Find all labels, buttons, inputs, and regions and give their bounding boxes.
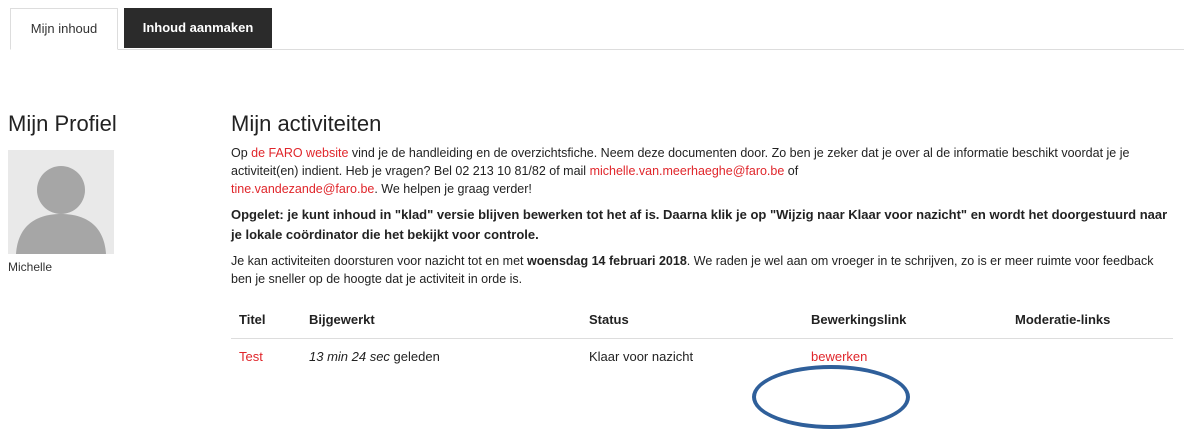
intro-paragraph: Op de FARO website vind je de handleidin… bbox=[231, 146, 1130, 196]
moderation-cell bbox=[1007, 339, 1173, 365]
user-placeholder-icon bbox=[8, 150, 114, 254]
table-row: Test 13 min 24 sec geleden Klaar voor na… bbox=[231, 339, 1173, 365]
activities-table: Titel Bijgewerkt Status Bewerkingslink M… bbox=[231, 310, 1173, 364]
email-link-michelle[interactable]: michelle.van.meerhaeghe@faro.be bbox=[590, 164, 785, 178]
profile-title: Mijn Profiel bbox=[8, 111, 117, 136]
col-updated: Bijgewerkt bbox=[301, 310, 581, 339]
activities-title: Mijn activiteiten bbox=[231, 111, 382, 136]
tab-bar: Mijn inhoud Inhoud aanmaken bbox=[10, 8, 1184, 50]
updated-cell: 13 min 24 sec geleden bbox=[309, 349, 440, 364]
col-moderation-links: Moderatie-links bbox=[1007, 310, 1173, 339]
col-edit-link: Bewerkingslink bbox=[803, 310, 1007, 339]
tab-create-content[interactable]: Inhoud aanmaken bbox=[124, 8, 272, 48]
tab-my-content[interactable]: Mijn inhoud bbox=[10, 8, 118, 50]
activity-title-link[interactable]: Test bbox=[231, 339, 301, 364]
username: Michelle bbox=[8, 260, 53, 274]
faro-website-link[interactable]: de FARO website bbox=[251, 146, 348, 160]
highlight-circle-annotation bbox=[752, 365, 910, 429]
table-header-row: Titel Bijgewerkt Status Bewerkingslink M… bbox=[231, 310, 1173, 339]
deadline-date: woensdag 14 februari 2018 bbox=[527, 254, 687, 268]
col-title: Titel bbox=[231, 310, 301, 339]
avatar bbox=[8, 150, 114, 254]
edit-link[interactable]: bewerken bbox=[803, 339, 1007, 364]
activities-section: Mijn activiteiten Op de FARO website vin… bbox=[231, 111, 1173, 364]
col-status: Status bbox=[581, 310, 803, 339]
email-link-tine[interactable]: tine.vandezande@faro.be bbox=[231, 182, 374, 196]
warning-paragraph: Opgelet: je kunt inhoud in "klad" versie… bbox=[231, 207, 1168, 242]
status-cell: Klaar voor nazicht bbox=[589, 349, 694, 364]
deadline-paragraph: Je kan activiteiten doorsturen voor nazi… bbox=[231, 254, 1154, 286]
